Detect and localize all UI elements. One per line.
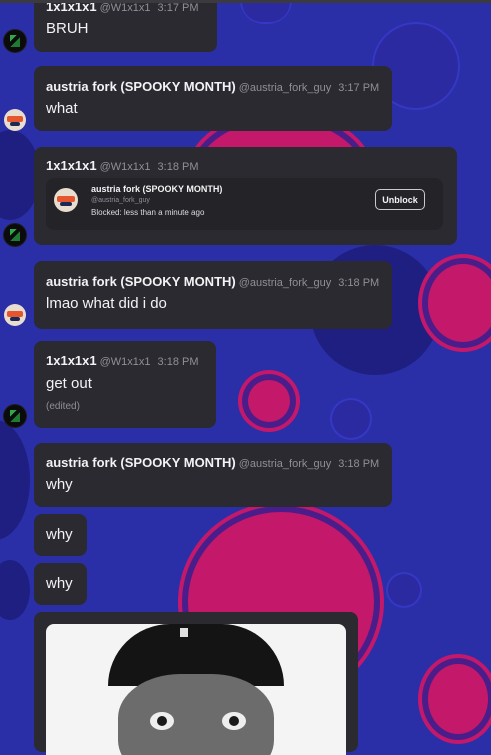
message-text: lmao what did i do — [46, 295, 167, 312]
message-header: 1x1x1x1 @W1x1x1 3:18 PM — [46, 352, 199, 370]
top-divider — [0, 0, 491, 3]
image-message-bubble[interactable] — [34, 612, 358, 755]
image-attachment[interactable] — [46, 624, 346, 755]
background-circle — [240, 0, 292, 24]
photo-eye — [150, 712, 174, 730]
author-name[interactable]: austria fork (SPOOKY MONTH) — [46, 274, 236, 289]
message-bubble[interactable]: 1x1x1x1 @W1x1x1 3:17 PM BRUH — [34, 0, 217, 52]
message-text: BRUH — [46, 20, 89, 37]
message-bubble[interactable]: why — [34, 514, 87, 556]
unblock-button[interactable]: Unblock — [375, 189, 425, 210]
avatar[interactable] — [4, 224, 26, 246]
message-bubble[interactable]: austria fork (SPOOKY MONTH) @austria_fork… — [34, 261, 392, 329]
photo-face — [118, 674, 274, 755]
author-handle: @austria_fork_guy — [238, 277, 332, 289]
card-user-handle: @austria_fork_guy — [91, 197, 150, 204]
author-handle: @austria_fork_guy — [238, 82, 332, 94]
author-handle: @W1x1x1 — [99, 161, 151, 173]
author-name[interactable]: 1x1x1x1 — [46, 158, 97, 173]
background-circle — [428, 264, 491, 342]
message-text: why — [46, 575, 73, 592]
timestamp: 3:18 PM — [157, 161, 199, 173]
author-name[interactable]: austria fork (SPOOKY MONTH) — [46, 455, 236, 470]
message-header: austria fork (SPOOKY MONTH) @austria_fork… — [46, 454, 379, 472]
background-circle — [330, 398, 372, 440]
avatar[interactable] — [4, 109, 26, 131]
blocked-user-card: austria fork (SPOOKY MONTH) @austria_for… — [46, 178, 443, 230]
author-name[interactable]: 1x1x1x1 — [46, 353, 97, 368]
timestamp: 3:18 PM — [157, 356, 199, 368]
timestamp: 3:18 PM — [338, 458, 380, 470]
timestamp: 3:18 PM — [338, 277, 380, 289]
message-text: what — [46, 100, 78, 117]
card-user-name: austria fork (SPOOKY MONTH) — [91, 184, 223, 194]
author-handle: @W1x1x1 — [99, 356, 151, 368]
author-name[interactable]: austria fork (SPOOKY MONTH) — [46, 79, 236, 94]
message-bubble[interactable]: 1x1x1x1 @W1x1x1 3:18 PM get out (edited) — [34, 341, 216, 428]
message-text: why — [46, 526, 73, 543]
blocked-status: Blocked: less than a minute ago — [91, 208, 205, 217]
edited-label: (edited) — [46, 401, 80, 412]
avatar[interactable] — [4, 405, 26, 427]
avatar[interactable] — [4, 304, 26, 326]
timestamp: 3:17 PM — [338, 82, 380, 94]
background-circle — [0, 560, 30, 620]
message-bubble[interactable]: austria fork (SPOOKY MONTH) @austria_fork… — [34, 443, 392, 507]
message-text: why — [46, 476, 73, 493]
message-header: austria fork (SPOOKY MONTH) @austria_fork… — [46, 78, 379, 96]
background-circle — [248, 380, 290, 422]
message-header: 1x1x1x1 @W1x1x1 3:18 PM — [46, 157, 199, 175]
background-circle — [0, 420, 30, 540]
message-bubble[interactable]: 1x1x1x1 @W1x1x1 3:18 PM austria fork (SPOO… — [34, 147, 457, 245]
author-handle: @austria_fork_guy — [238, 458, 332, 470]
photo-eye — [222, 712, 246, 730]
avatar[interactable] — [4, 30, 26, 52]
message-text: get out — [46, 375, 92, 392]
author-handle: @W1x1x1 — [99, 2, 151, 14]
background-circle — [386, 572, 422, 608]
message-bubble[interactable]: austria fork (SPOOKY MONTH) @austria_fork… — [34, 66, 392, 131]
avatar — [54, 188, 78, 212]
timestamp: 3:17 PM — [157, 2, 199, 14]
cap-logo — [180, 628, 188, 637]
message-bubble[interactable]: why — [34, 563, 87, 605]
background-circle — [428, 664, 488, 734]
message-header: austria fork (SPOOKY MONTH) @austria_fork… — [46, 273, 379, 291]
